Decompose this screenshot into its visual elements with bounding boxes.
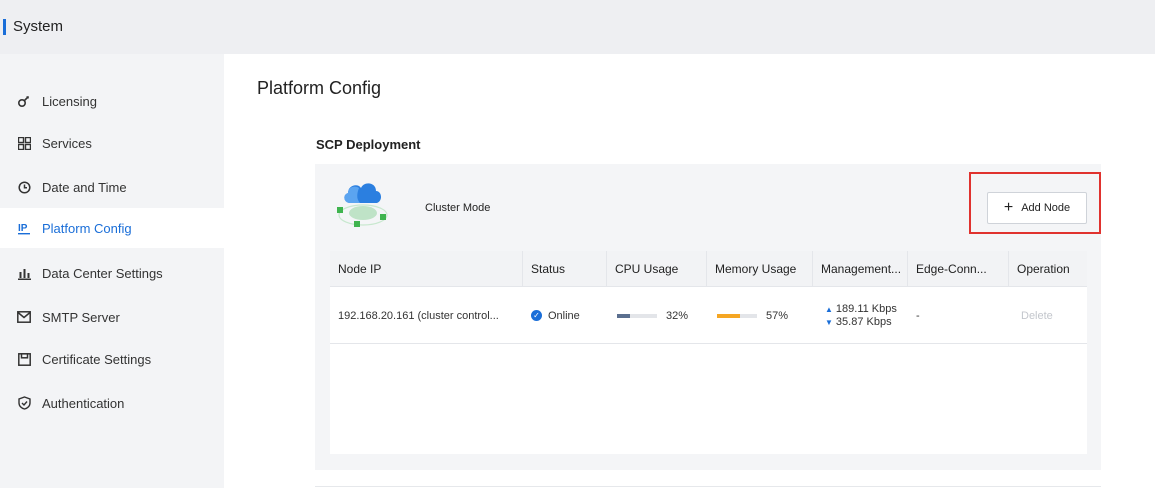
key-icon <box>17 94 31 108</box>
cpu-text: 32% <box>666 309 689 322</box>
svg-text:IP: IP <box>18 223 28 234</box>
sidebar-item-services[interactable]: Services <box>0 123 224 163</box>
main-content: Platform Config SCP Deployment Cluster M… <box>224 54 1155 488</box>
sidebar-item-label: Services <box>42 135 92 151</box>
certificate-icon <box>17 352 31 366</box>
deployment-panel: Cluster Mode + Add Node Node IP Status C… <box>315 164 1101 470</box>
sidebar-item-label: Authentication <box>42 395 125 411</box>
app-title: System <box>13 18 64 35</box>
section-title: SCP Deployment <box>316 137 421 152</box>
delete-link[interactable]: Delete <box>1009 287 1087 344</box>
shield-icon <box>17 396 31 410</box>
sidebar-item-label: Platform Config <box>42 220 132 236</box>
sidebar-item-data-center[interactable]: Data Center Settings <box>0 253 224 293</box>
plus-icon: + <box>1003 199 1014 216</box>
node-ip-cell: 192.168.20.161 (cluster control... <box>338 309 499 322</box>
cpu-usage-fill <box>617 313 630 318</box>
table-row: 192.168.20.161 (cluster control... ✓ Onl… <box>330 287 1087 344</box>
column-cpu: CPU Usage <box>607 251 707 287</box>
edge-cell: - <box>916 309 920 322</box>
mail-icon <box>17 310 31 324</box>
upload-rate: 189.11 Kbps <box>835 302 897 315</box>
arrow-up-icon: ▲ <box>825 304 833 314</box>
sidebar-item-label: Licensing <box>42 93 97 109</box>
sidebar: Licensing Services Date and Time IP Plat… <box>0 54 224 488</box>
sidebar-item-certificate[interactable]: Certificate Settings <box>0 339 224 379</box>
memory-text: 57% <box>766 309 789 322</box>
cpu-cell: 32% <box>607 287 707 344</box>
divider <box>315 486 1101 487</box>
cpu-usage-bar <box>617 313 657 318</box>
column-memory: Memory Usage <box>707 251 813 287</box>
title-accent <box>3 19 6 35</box>
top-bar: System <box>0 0 1155 54</box>
memory-usage-fill <box>717 313 740 318</box>
arrow-down-icon: ▼ <box>825 317 833 327</box>
column-status: Status <box>523 251 607 287</box>
memory-cell: 57% <box>707 287 813 344</box>
sidebar-item-label: Data Center Settings <box>42 265 163 281</box>
cluster-mode-label: Cluster Mode <box>425 202 491 214</box>
sidebar-item-licensing[interactable]: Licensing <box>0 81 224 121</box>
add-node-label: Add Node <box>1021 202 1071 214</box>
status-text: Online <box>548 309 580 322</box>
sidebar-item-date-time[interactable]: Date and Time <box>0 167 224 207</box>
check-icon: ✓ <box>531 310 542 321</box>
column-management: Management... <box>813 251 908 287</box>
cluster-cloud-icon <box>337 183 388 227</box>
grid-icon <box>17 136 31 150</box>
nodes-table: Node IP Status CPU Usage Memory Usage Ma… <box>330 251 1087 454</box>
memory-usage-bar <box>717 313 757 318</box>
sidebar-item-smtp[interactable]: SMTP Server <box>0 297 224 337</box>
sidebar-item-label: SMTP Server <box>42 309 120 325</box>
column-node-ip: Node IP <box>330 251 523 287</box>
add-node-button[interactable]: + Add Node <box>987 192 1087 224</box>
table-header: Node IP Status CPU Usage Memory Usage Ma… <box>330 251 1087 287</box>
sidebar-item-label: Date and Time <box>42 179 127 195</box>
column-operation: Operation <box>1017 262 1070 276</box>
sidebar-item-authentication[interactable]: Authentication <box>0 383 224 423</box>
download-rate: 35.87 Kbps <box>835 315 892 328</box>
bar-chart-icon <box>17 266 31 280</box>
page-title: Platform Config <box>257 78 382 98</box>
sidebar-item-platform-config[interactable]: IP Platform Config <box>0 208 224 248</box>
clock-icon <box>17 180 31 194</box>
management-cell: ▲ 189.11 Kbps ▼ 35.87 Kbps <box>813 287 908 344</box>
ip-icon: IP <box>17 221 31 235</box>
status-cell: ✓ Online <box>523 287 607 344</box>
sidebar-item-label: Certificate Settings <box>42 351 152 367</box>
column-edge: Edge-Conn... <box>908 251 1009 287</box>
